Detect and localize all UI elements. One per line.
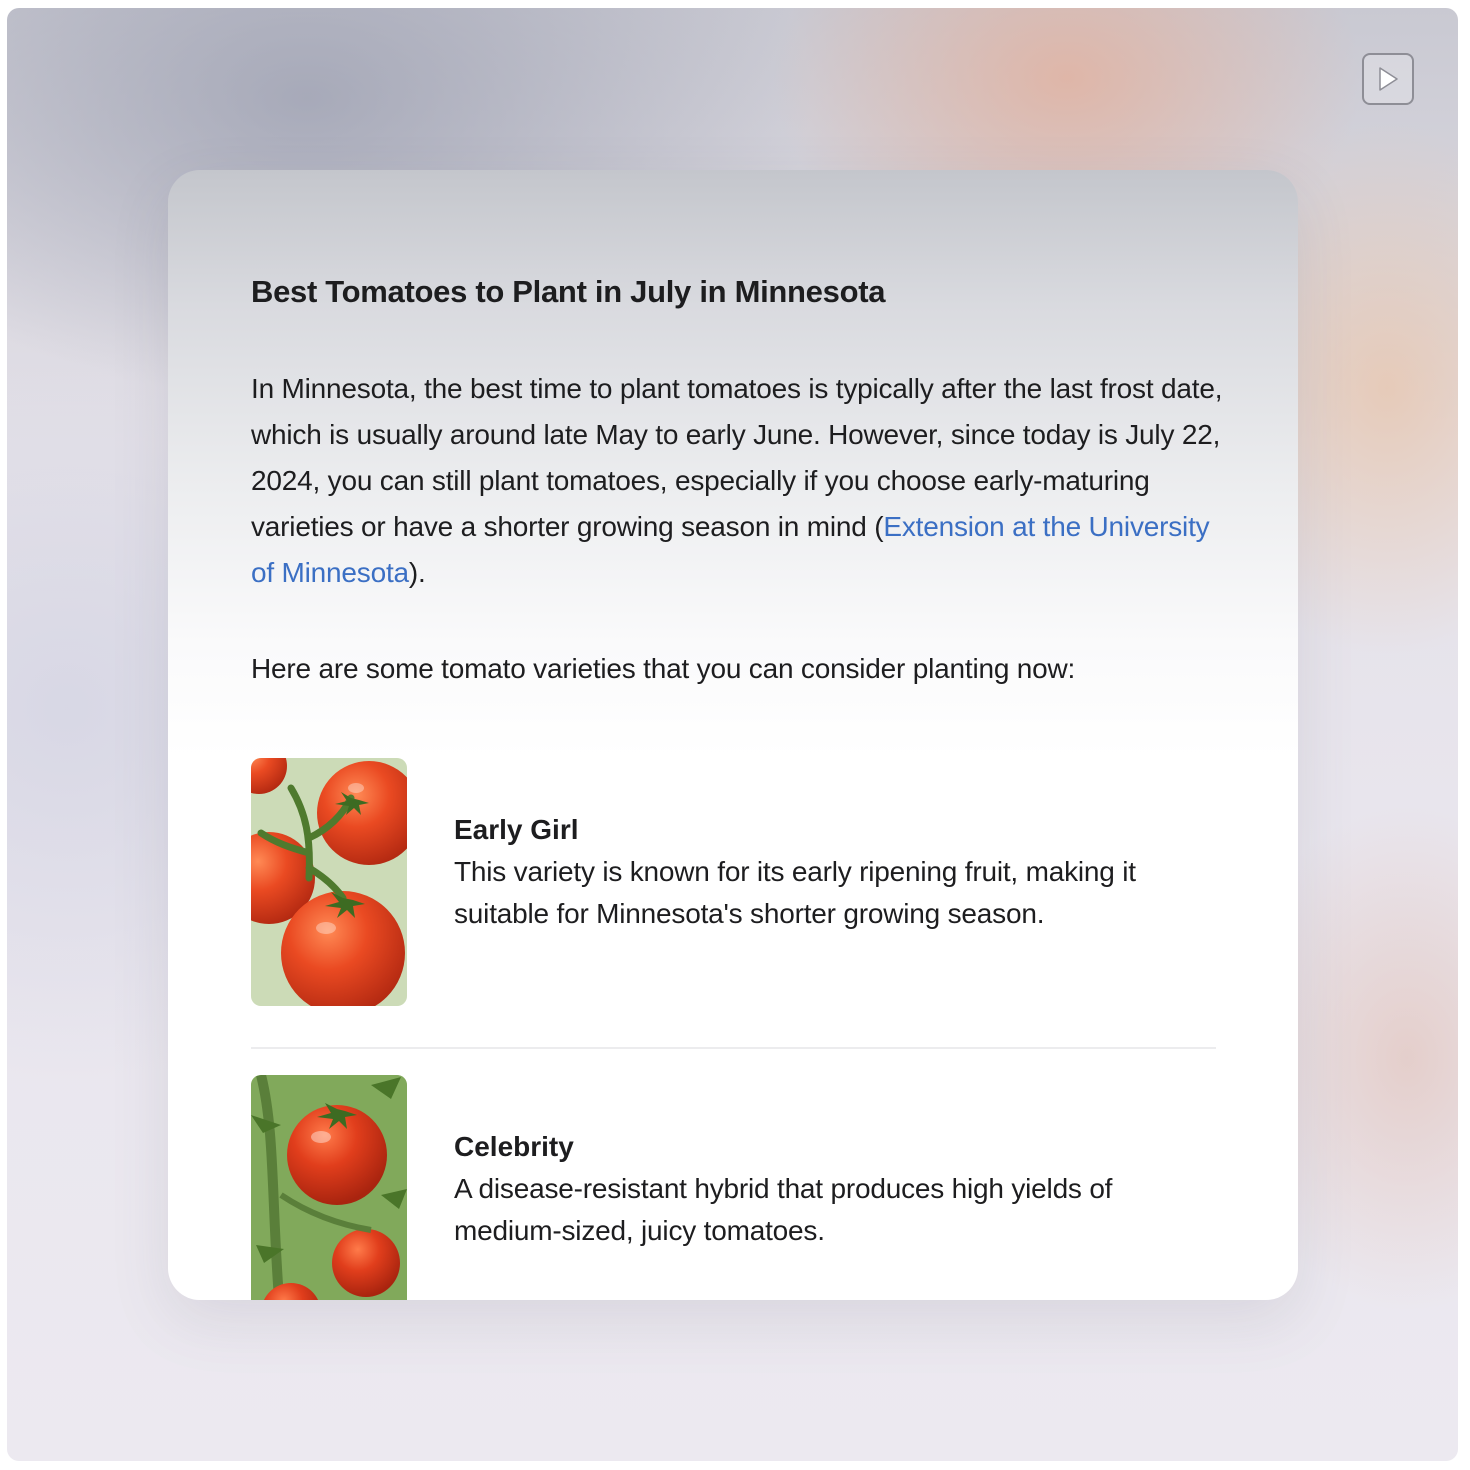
- card-title: Best Tomatoes to Plant in July in Minnes…: [251, 274, 886, 309]
- divider: [251, 1047, 1216, 1049]
- intro-paragraph: In Minnesota, the best time to plant tom…: [251, 366, 1231, 596]
- intro-text-end: ).: [408, 557, 426, 588]
- play-button[interactable]: [1362, 53, 1414, 105]
- play-icon: [1379, 67, 1398, 91]
- lead-paragraph: Here are some tomato varieties that you …: [251, 653, 1076, 684]
- answer-card: Best Tomatoes to Plant in July in Minnes…: [168, 170, 1298, 1300]
- variety-item[interactable]: Early Girl This variety is known for its…: [251, 758, 1216, 1008]
- background: Best Tomatoes to Plant in July in Minnes…: [7, 8, 1458, 1461]
- variety-description: This variety is known for its early ripe…: [454, 856, 1136, 929]
- variety-name: Celebrity: [454, 1131, 574, 1162]
- tomato-image: [251, 1075, 407, 1300]
- tomato-image: [251, 758, 407, 1006]
- variety-description: A disease-resistant hybrid that produces…: [454, 1173, 1113, 1246]
- variety-item[interactable]: Celebrity A disease-resistant hybrid tha…: [251, 1075, 1216, 1300]
- variety-name: Early Girl: [454, 814, 579, 845]
